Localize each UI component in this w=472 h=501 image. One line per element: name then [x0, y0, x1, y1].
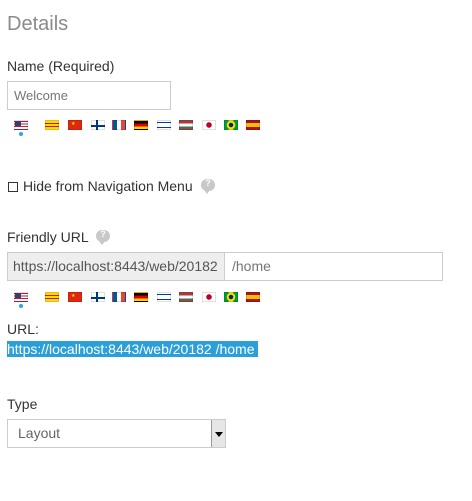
chevron-down-icon[interactable]: [211, 420, 225, 447]
url-value: https://localhost:8443/web/20182 /home: [7, 341, 258, 357]
flag-finland-icon[interactable]: [91, 120, 105, 130]
selected-locale-dot: [19, 304, 23, 308]
help-icon[interactable]: [96, 229, 110, 245]
flag-hungary-icon[interactable]: [179, 292, 193, 302]
url-label: URL:: [7, 321, 39, 337]
type-label: Type: [7, 396, 38, 412]
flag-catalonia-icon[interactable]: [45, 292, 59, 302]
flag-china-icon[interactable]: ★: [68, 120, 82, 130]
flag-us-icon[interactable]: [14, 120, 28, 130]
flag-finland-icon[interactable]: [91, 292, 105, 302]
flag-japan-icon[interactable]: [202, 120, 216, 130]
page-details: Details Name (Required) ★ Hide from Navi…: [0, 0, 472, 501]
flag-catalonia-icon[interactable]: [45, 120, 59, 130]
flag-china-icon[interactable]: ★: [68, 292, 82, 302]
type-select[interactable]: Layout: [7, 419, 226, 448]
hide-nav-checkbox[interactable]: [8, 182, 18, 192]
flag-israel-icon[interactable]: [157, 292, 171, 302]
name-label: Name (Required): [7, 58, 115, 74]
flag-us-icon[interactable]: [14, 292, 28, 302]
name-locale-flags: ★: [14, 120, 264, 136]
friendly-url-input[interactable]: [226, 253, 442, 280]
flag-germany-icon[interactable]: [134, 120, 148, 130]
flag-france-icon[interactable]: [112, 120, 126, 130]
friendly-url-input-group: https://localhost:8443/web/20182: [7, 252, 443, 281]
flag-japan-icon[interactable]: [202, 292, 216, 302]
flag-israel-icon[interactable]: [157, 120, 171, 130]
flag-spain-icon[interactable]: [246, 120, 260, 130]
flag-france-icon[interactable]: [112, 292, 126, 302]
type-select-value: Layout: [18, 425, 61, 441]
hide-nav-label: Hide from Navigation Menu: [23, 178, 193, 194]
selected-locale-dot: [19, 132, 23, 136]
friendly-url-prefix: https://localhost:8443/web/20182: [8, 253, 225, 280]
flag-spain-icon[interactable]: [246, 292, 260, 302]
name-input[interactable]: [7, 81, 171, 110]
flag-germany-icon[interactable]: [134, 292, 148, 302]
flag-brazil-icon[interactable]: [224, 120, 238, 130]
flag-hungary-icon[interactable]: [179, 120, 193, 130]
help-icon[interactable]: [201, 178, 215, 194]
section-title: Details: [7, 13, 69, 35]
url-locale-flags: ★: [14, 292, 264, 308]
flag-brazil-icon[interactable]: [224, 292, 238, 302]
friendly-url-label: Friendly URL: [7, 229, 89, 245]
